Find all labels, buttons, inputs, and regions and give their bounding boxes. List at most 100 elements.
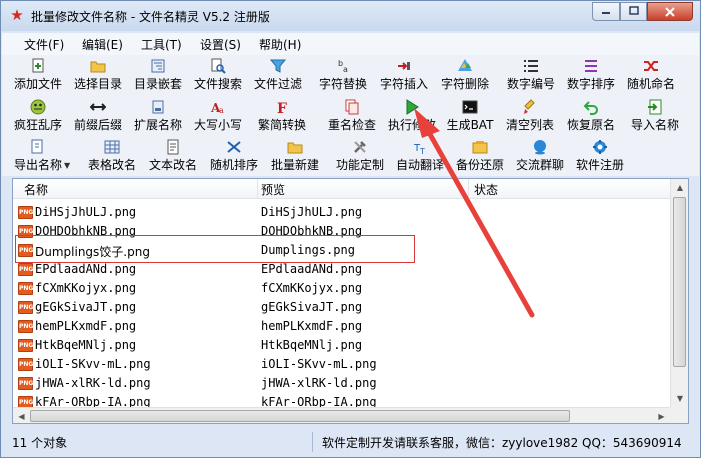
column-preview-header[interactable]: 预览 [261, 181, 285, 198]
clear-list-icon [524, 99, 535, 114]
menu-edit[interactable]: 编辑(E) [82, 36, 123, 53]
duplicate-check-button[interactable]: 重名检查 [322, 96, 382, 134]
close-icon [665, 7, 675, 17]
app-window: ★ 批量修改文件名称 - 文件名精灵 V5.2 注册版 文件(F) 编辑(E) … [0, 0, 701, 458]
table-rename-button[interactable]: 表格改名 [86, 137, 138, 175]
extension-button[interactable]: 扩展名称 [132, 96, 184, 134]
gen-bat-button[interactable]: 生成BAT [444, 96, 496, 134]
table-icon [104, 140, 120, 154]
random-name-button[interactable]: 随机命名 [625, 55, 677, 93]
menu-file[interactable]: 文件(F) [24, 36, 64, 53]
file-search-icon [211, 58, 226, 74]
char-delete-button[interactable]: 字符删除 [439, 55, 491, 93]
row-preview: DiHSjJhULJ.png [261, 205, 363, 219]
char-replace-button[interactable]: ba 字符替换 [317, 55, 369, 93]
clear-list-button[interactable]: 清空列表 [502, 96, 558, 134]
vertical-scrollbar[interactable]: ▲ ▼ [670, 179, 688, 407]
menu-help[interactable]: 帮助(H) [259, 36, 301, 53]
prefix-suffix-button[interactable]: 前缀后缀 [72, 96, 124, 134]
random-sort-icon [227, 141, 241, 153]
close-button[interactable] [647, 2, 693, 21]
svg-text:F: F [277, 101, 287, 115]
nested-dir-button[interactable]: 目录嵌套 [132, 55, 184, 93]
delete-char-icon [458, 59, 472, 71]
backup-restore-button[interactable]: 备份还原 [454, 137, 506, 175]
png-file-icon: PNG [18, 282, 33, 295]
scroll-up-icon[interactable]: ▲ [671, 179, 688, 196]
random-sort-button[interactable]: 随机排序 [208, 137, 260, 175]
row-preview: HtkBqeMNlj.png [261, 338, 363, 352]
text-rename-label: 文本改名 [148, 158, 197, 172]
scroll-down-icon[interactable]: ▼ [671, 390, 688, 407]
menu-tools[interactable]: 工具(T) [141, 36, 182, 53]
table-row[interactable]: PNG hemPLKxmdF.png hemPLKxmdF.png [13, 317, 670, 336]
play-icon [406, 99, 419, 115]
group-chat-button[interactable]: 交流群聊 [514, 137, 566, 175]
scroll-left-icon[interactable]: ◀ [13, 408, 30, 423]
export-name-button[interactable]: 导出名称 [12, 137, 64, 175]
minimize-icon [602, 12, 610, 14]
case-button[interactable]: Aa 大写小写 [192, 96, 244, 134]
new-folder-icon [287, 142, 303, 154]
table-row[interactable]: PNG DiHSjJhULJ.png DiHSjJhULJ.png [13, 203, 670, 222]
select-dir-label: 选择目录 [73, 77, 122, 91]
column-separator[interactable] [468, 179, 469, 199]
export-dropdown-icon[interactable]: ▼ [64, 161, 70, 170]
maximize-button[interactable] [620, 2, 647, 21]
vertical-scroll-thumb[interactable] [673, 197, 686, 367]
case-label: 大写小写 [193, 118, 242, 132]
register-button[interactable]: 软件注册 [574, 137, 626, 175]
column-separator[interactable] [257, 179, 258, 199]
menu-settings[interactable]: 设置(S) [200, 36, 241, 53]
case-icon: Aa [210, 101, 224, 115]
scroll-corner [670, 407, 688, 423]
batch-new-button[interactable]: 批量新建 [269, 137, 321, 175]
table-row[interactable]: PNG jHWA-xlRK-ld.png jHWA-xlRK-ld.png [13, 374, 670, 393]
insert-icon [398, 62, 410, 70]
crazy-shuffle-button[interactable]: 疯狂乱序 [12, 96, 64, 134]
column-name-header[interactable]: 名称 [24, 181, 48, 198]
scroll-right-icon[interactable]: ▶ [653, 408, 670, 423]
select-dir-button[interactable]: 选择目录 [72, 55, 124, 93]
export-icon [31, 139, 43, 154]
random-sort-label: 随机排序 [209, 158, 258, 172]
table-row[interactable]: PNG HtkBqeMNlj.png HtkBqeMNlj.png [13, 336, 670, 355]
customize-button[interactable]: 功能定制 [334, 137, 386, 175]
text-rename-button[interactable]: 文本改名 [147, 137, 199, 175]
file-filter-button[interactable]: 文件过滤 [252, 55, 304, 93]
char-insert-button[interactable]: 字符插入 [378, 55, 430, 93]
png-file-icon: PNG [18, 358, 33, 371]
file-search-button[interactable]: 文件搜索 [192, 55, 244, 93]
table-row[interactable]: PNG iOLI-SKvv-mL.png iOLI-SKvv-mL.png [13, 355, 670, 374]
restore-name-button[interactable]: 恢复原名 [563, 96, 619, 134]
file-search-label: 文件搜索 [193, 77, 242, 91]
minimize-button[interactable] [592, 2, 620, 21]
table-row[interactable]: PNG gEGkSivaJT.png gEGkSivaJT.png [13, 298, 670, 317]
translate-icon: TT [413, 143, 425, 155]
table-row[interactable]: PNG fCXmKKojyx.png fCXmKKojyx.png [13, 279, 670, 298]
extension-icon [152, 100, 164, 114]
add-file-button[interactable]: 添加文件 [12, 55, 64, 93]
sort-icon [585, 60, 597, 72]
folder-icon [90, 61, 106, 73]
number-button[interactable]: 数字编号 [505, 55, 557, 93]
number-sort-button[interactable]: 数字排序 [565, 55, 617, 93]
trad-simp-button[interactable]: F 繁简转换 [252, 96, 312, 134]
filter-icon [270, 59, 286, 73]
auto-translate-button[interactable]: TT 自动翻译 [394, 137, 446, 175]
execute-button[interactable]: 执行修改 [384, 96, 440, 134]
title-bar: ★ 批量修改文件名称 - 文件名精灵 V5.2 注册版 [1, 1, 700, 31]
import-name-button[interactable]: 导入名称 [629, 96, 681, 134]
png-file-icon: PNG [18, 301, 33, 314]
row-name: EPdlaadANd.png [35, 262, 137, 276]
column-status-header[interactable]: 状态 [474, 181, 498, 198]
horizontal-scroll-thumb[interactable] [30, 410, 570, 422]
chat-icon [534, 140, 546, 155]
number-label: 数字编号 [506, 77, 555, 91]
prefix-suffix-icon [90, 103, 106, 111]
horizontal-scrollbar[interactable]: ◀ ▶ [13, 407, 670, 423]
toolbar: 添加文件 选择目录 目录嵌套 文件搜索 文件过滤 ba 字符替换 字符插入 字符 [2, 55, 699, 176]
row-name: gEGkSivaJT.png [35, 300, 137, 314]
table-rename-label: 表格改名 [87, 158, 136, 172]
bat-icon [462, 100, 478, 114]
